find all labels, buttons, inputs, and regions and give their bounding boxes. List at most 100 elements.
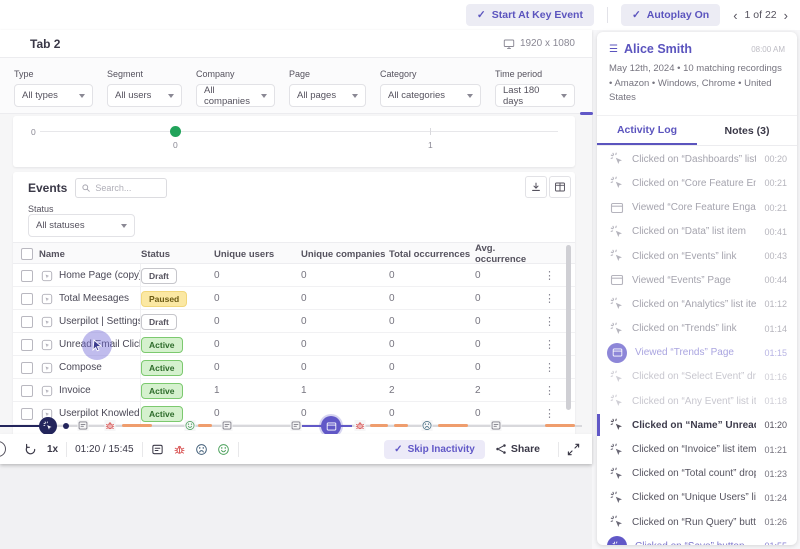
play-button-partial[interactable] [0,441,6,457]
replay-viewport: Tab 2 1920 x 1080 Type All types Segment… [0,30,592,464]
filter-time-period-select[interactable]: Last 180 days [495,84,575,107]
note-marker-icon[interactable] [78,420,89,431]
activity-log-item[interactable]: Viewed “Trends” Page01:15 [597,341,797,365]
activity-log-item[interactable]: Clicked on “Core Feature Engagem...00:21 [597,171,797,195]
table-scrollbar[interactable] [566,245,571,410]
columns-button[interactable] [549,176,571,198]
activity-log-item[interactable]: Clicked on “Unique Users” list item01:24 [597,486,797,510]
rotate-icon [24,443,37,456]
click-icon [610,467,624,481]
filter-page-label: Page [289,69,366,79]
notes-button[interactable] [151,443,164,456]
activity-log-item[interactable]: Viewed “Core Feature Engagment”00:21 [597,196,797,220]
filter-company-label: Company [196,69,275,79]
page-icon [610,273,624,287]
activity-log-item[interactable]: Viewed “Events” Page00:44 [597,268,797,292]
activity-log-item[interactable]: Clicked on “Invoice” list item01:21 [597,437,797,461]
autoplay-toggle-button[interactable]: ✓ Autoplay On [621,4,720,26]
share-icon [495,443,507,455]
next-recording-button[interactable]: › [784,9,788,22]
activity-log-item[interactable]: Clicked on “Total count” dropdown01:23 [597,462,797,486]
row-checkbox[interactable] [21,316,33,328]
page-icon [326,421,337,432]
filter-type-select[interactable]: All types [14,84,93,107]
hamburger-icon[interactable]: ☰ [609,44,618,55]
row-checkbox[interactable] [21,293,33,305]
share-button[interactable]: Share [495,443,540,455]
tab-activity-log[interactable]: Activity Log [597,116,697,145]
activity-log-item[interactable]: Clicked on “Dashboards” list item00:20 [597,147,797,171]
row-checkbox[interactable] [21,339,33,351]
session-timeline[interactable] [0,418,592,434]
fullscreen-button[interactable] [567,443,580,456]
row-checkbox[interactable] [21,270,33,282]
table-row[interactable]: Invoice Active 1 1 2 2 ⋮ [13,379,575,402]
filter-page-select[interactable]: All pages [289,84,366,107]
filter-segment-select[interactable]: All users [107,84,182,107]
timeline-playhead[interactable] [39,417,57,435]
activity-log-item[interactable]: Clicked on “Select Event” dropdown01:16 [597,365,797,389]
filter-segment: Segment All users [107,69,182,113]
click-icon [610,297,624,311]
controls-divider [142,442,143,457]
chevron-down-icon [467,94,473,98]
monitor-icon [503,38,515,50]
selected-event-marker[interactable] [321,416,341,436]
session-meta: May 12th, 2024 • 10 matching recordings … [609,62,785,106]
resolution-value: 1920 x 1080 [520,38,575,49]
chevron-down-icon [261,94,267,98]
activity-log-item[interactable]: Clicked on “Trends” link01:14 [597,316,797,340]
table-row[interactable]: Total Meesages Paused 0 0 0 0 ⋮ [13,287,575,310]
speed-button[interactable]: 1x [47,444,58,455]
table-row[interactable]: Home Page (copy) Draft 0 0 0 0 ⋮ [13,264,575,287]
controls-divider [66,442,67,457]
page-icon [612,347,623,358]
user-name[interactable]: Alice Smith [624,42,745,56]
filter-company-select[interactable]: All companies [196,84,275,107]
event-icon [41,270,53,282]
frustration-button[interactable] [195,443,208,456]
skip-inactivity-toggle[interactable]: ✓ Skip Inactivity [384,440,485,459]
note-marker-icon[interactable] [222,420,233,431]
status-filter-label: Status [28,204,54,214]
happy-button[interactable] [217,443,230,456]
errors-button[interactable] [173,443,186,456]
frustration-marker-icon[interactable] [422,420,433,431]
data-point-dot[interactable] [170,126,181,137]
replay-stage: Tab 2 1920 x 1080 Type All types Segment… [0,30,592,549]
resolution-indicator: 1920 x 1080 [503,38,575,50]
status-badge: Active [141,360,183,376]
events-search[interactable] [75,178,167,198]
click-icon [610,443,624,457]
error-marker-icon[interactable] [355,420,366,431]
activity-log-item[interactable]: Clicked on “Run Query” button01:26 [597,510,797,534]
activity-log-item[interactable]: Clicked on “Any Event” list item01:18 [597,389,797,413]
col-total-occurrences: Total occurrences [389,249,475,260]
select-all-checkbox[interactable] [21,248,33,260]
filter-type: Type All types [14,69,93,113]
row-checkbox[interactable] [21,362,33,374]
timeline-event-dot[interactable] [63,423,69,429]
activity-log-item[interactable]: Clicked on “Data” list item00:41 [597,220,797,244]
start-at-key-event-label: Start At Key Event [492,9,583,21]
replay-back-button[interactable] [24,443,37,456]
export-button[interactable] [525,176,547,198]
note-marker-icon[interactable] [291,420,302,431]
search-input[interactable] [95,183,157,193]
y-axis-label: 0 [31,127,36,137]
activity-log-item-current[interactable]: Clicked on “Name” Unread Email C...01:20 [597,413,797,437]
tab-notes[interactable]: Notes (3) [697,116,797,145]
note-marker-icon[interactable] [491,420,502,431]
filter-category-select[interactable]: All categories [380,84,481,107]
error-marker-icon[interactable] [105,420,116,431]
event-icon [41,385,53,397]
activity-log-item[interactable]: Clicked on “Analytics” list item01:12 [597,292,797,316]
start-at-key-event-button[interactable]: ✓ Start At Key Event [466,4,594,26]
status-filter-select[interactable]: All statuses [28,214,135,237]
prev-recording-button[interactable]: ‹ [733,9,737,22]
activity-log-item[interactable]: Clicked on “Save” button01:55 [597,534,797,545]
row-checkbox[interactable] [21,385,33,397]
click-icon [610,370,624,384]
activity-log-item[interactable]: Clicked on “Events” link00:43 [597,244,797,268]
happy-marker-icon[interactable] [185,420,196,431]
